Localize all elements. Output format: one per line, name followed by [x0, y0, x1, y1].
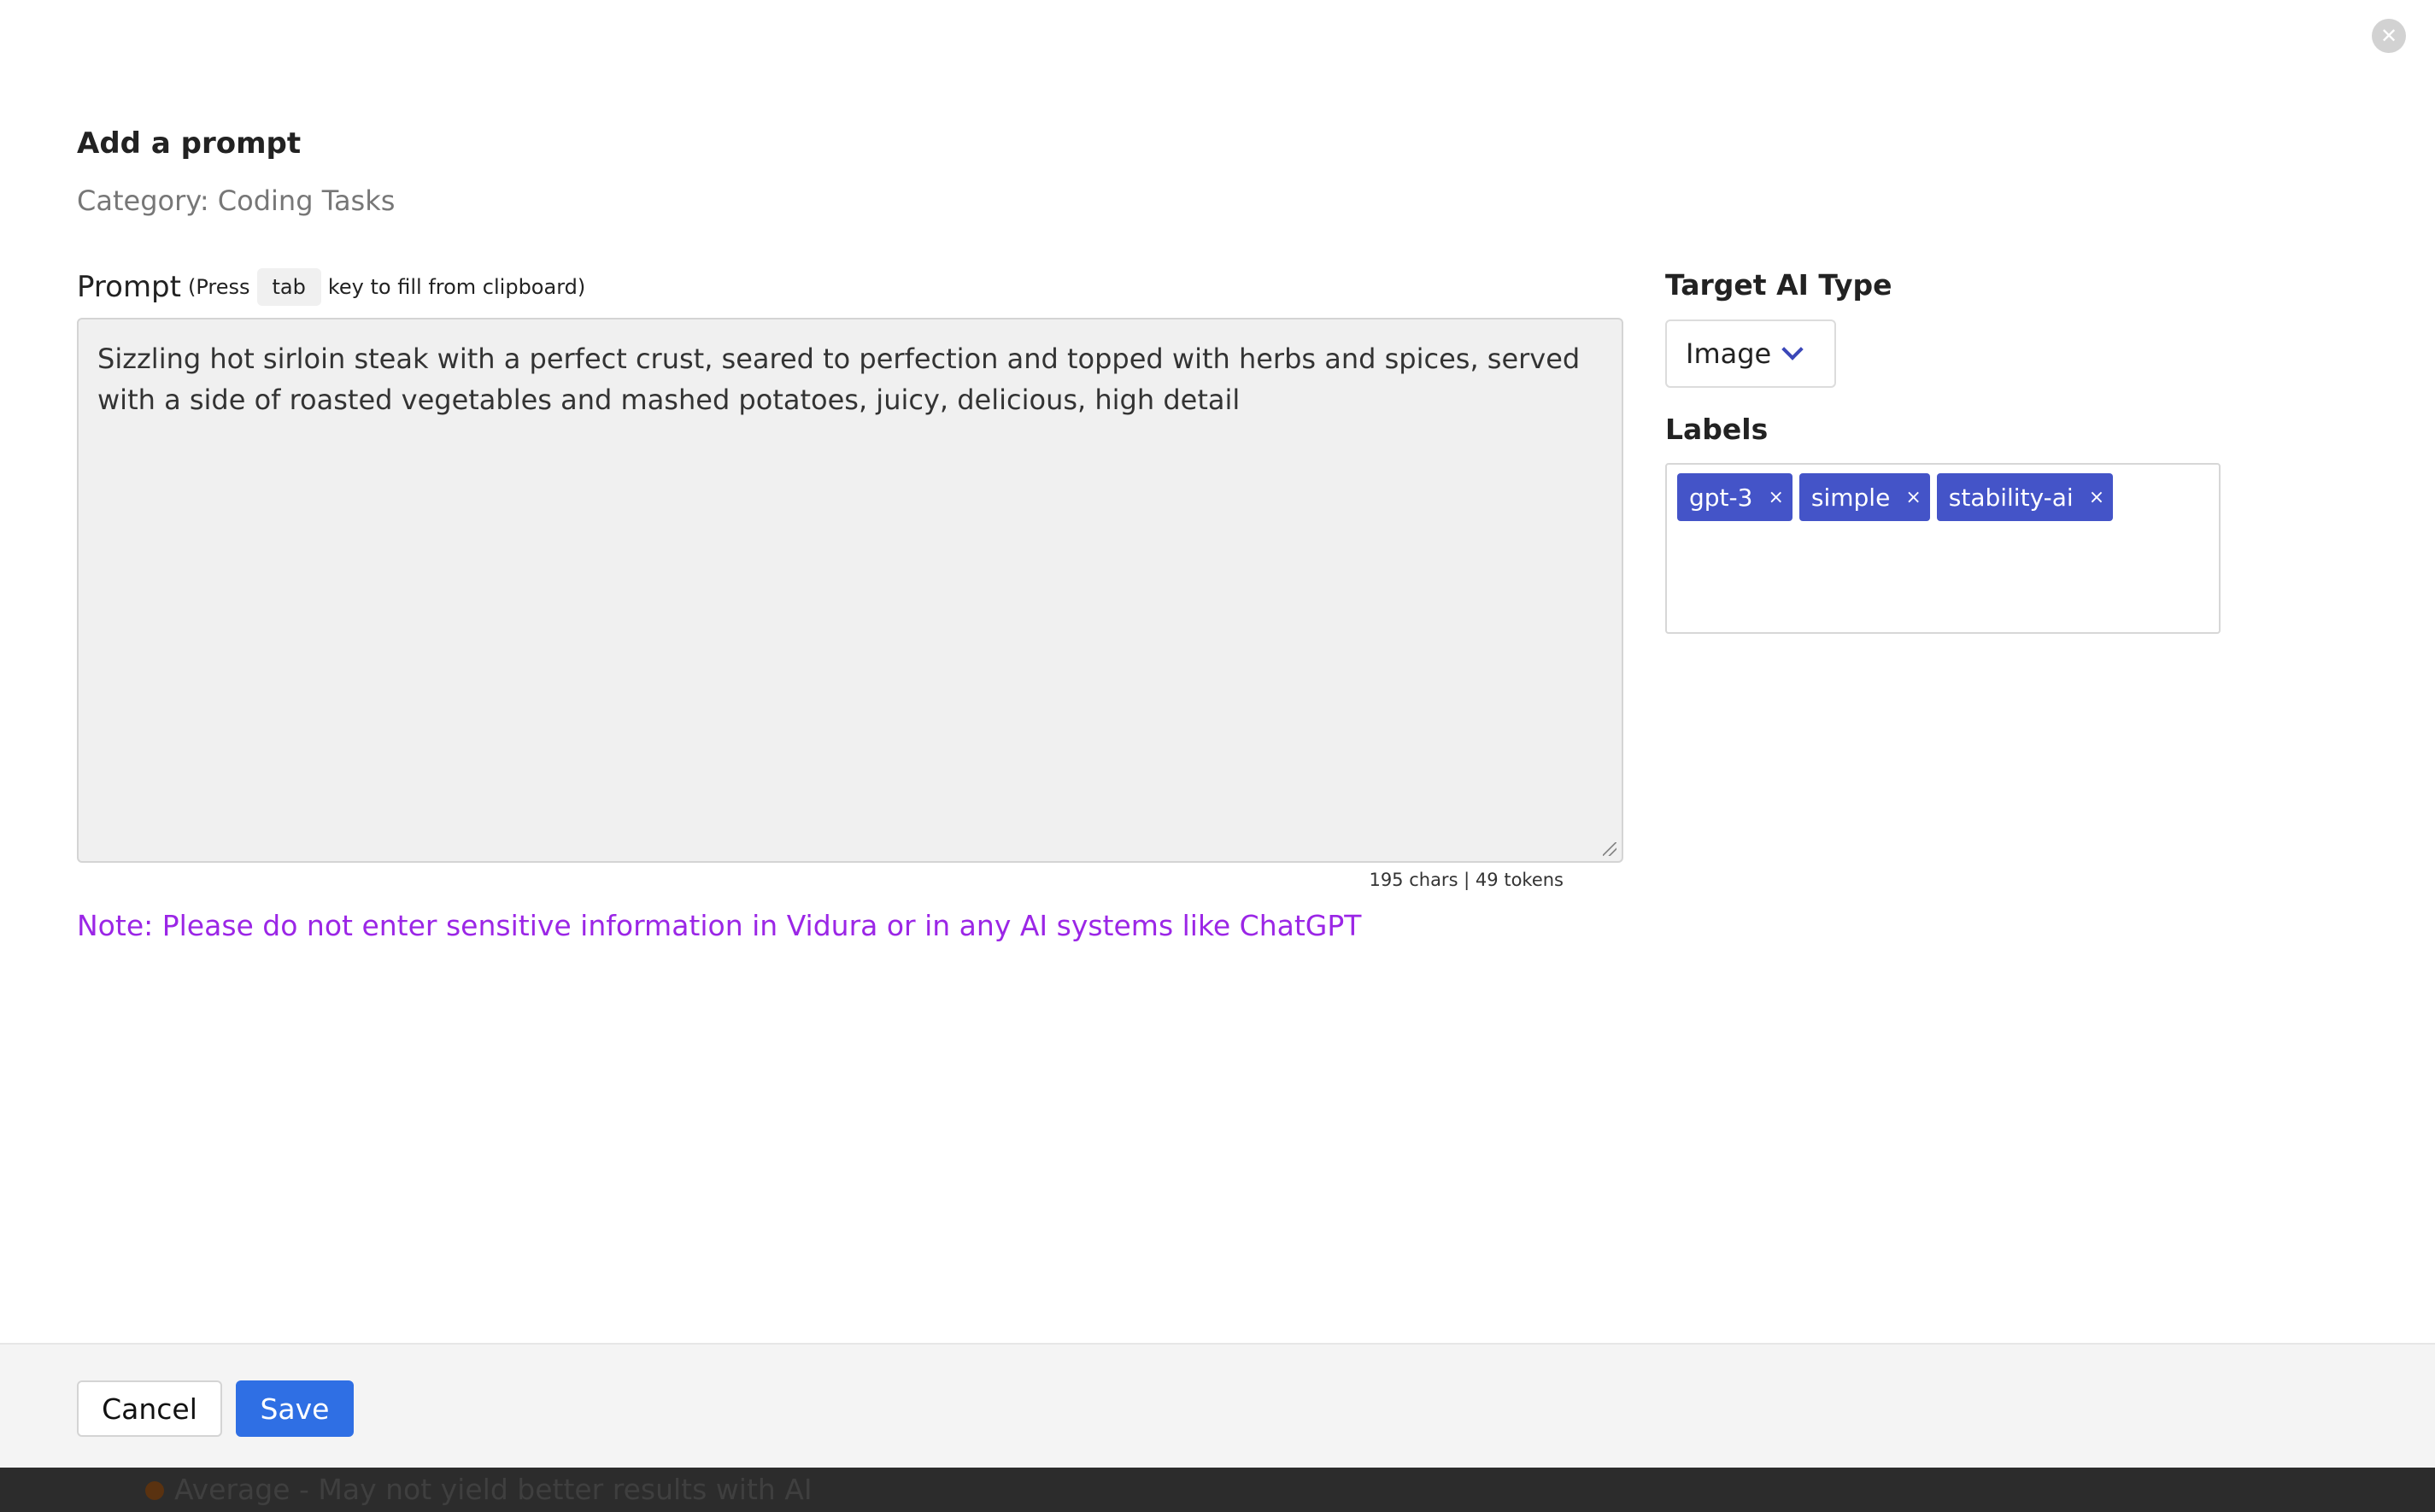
background-rating-text: Average - May not yield better results w… — [174, 1473, 813, 1506]
prompt-label: Prompt — [77, 270, 181, 304]
labels-label: Labels — [1665, 413, 1769, 446]
save-button[interactable]: Save — [236, 1380, 354, 1437]
chevron-down-icon — [1781, 338, 1804, 360]
target-ai-select[interactable]: Image — [1665, 319, 1836, 388]
label-tag: gpt-3 × — [1677, 473, 1793, 521]
add-prompt-dialog: ✕ Add a prompt Category: Coding Tasks Pr… — [0, 0, 2435, 1512]
target-ai-label: Target AI Type — [1665, 268, 1892, 302]
remove-tag-icon[interactable]: × — [2089, 487, 2104, 508]
label-tag: simple × — [1798, 473, 1930, 521]
char-token-counter: 195 chars | 49 tokens — [1369, 870, 1564, 890]
category-label: Category: Coding Tasks — [77, 185, 396, 217]
remove-tag-icon[interactable]: × — [1768, 487, 1783, 508]
resize-handle-icon[interactable] — [1603, 842, 1616, 856]
sensitive-info-note: Note: Please do not enter sensitive info… — [77, 909, 1362, 942]
background-page-strip: Average - May not yield better results w… — [0, 1468, 2435, 1512]
labels-input[interactable]: gpt-3 × simple × stability-ai × — [1665, 463, 2221, 634]
prompt-text: Sizzling hot sirloin steak with a perfec… — [97, 343, 1581, 416]
hint-prefix: (Press — [187, 275, 250, 299]
label-tag-text: simple — [1810, 483, 1891, 512]
prompt-label-row: Prompt (Press tab key to fill from clipb… — [77, 265, 585, 309]
tab-key-badge: tab — [256, 268, 321, 306]
close-icon[interactable]: ✕ — [2372, 19, 2406, 53]
prompt-hint: (Press tab key to fill from clipboard) — [188, 268, 585, 306]
dialog-footer: Cancel Save — [0, 1343, 2435, 1469]
label-tag: stability-ai × — [1936, 473, 2114, 521]
cancel-button[interactable]: Cancel — [77, 1380, 222, 1437]
label-tag-text: gpt-3 — [1689, 483, 1753, 512]
dialog-title: Add a prompt — [77, 126, 302, 161]
remove-tag-icon[interactable]: × — [1905, 487, 1921, 508]
hint-suffix: key to fill from clipboard) — [327, 275, 586, 299]
label-tag-text: stability-ai — [1948, 483, 2074, 512]
target-ai-value: Image — [1686, 337, 1772, 370]
prompt-textarea[interactable]: Sizzling hot sirloin steak with a perfec… — [77, 318, 1623, 863]
status-dot-icon — [145, 1481, 164, 1500]
